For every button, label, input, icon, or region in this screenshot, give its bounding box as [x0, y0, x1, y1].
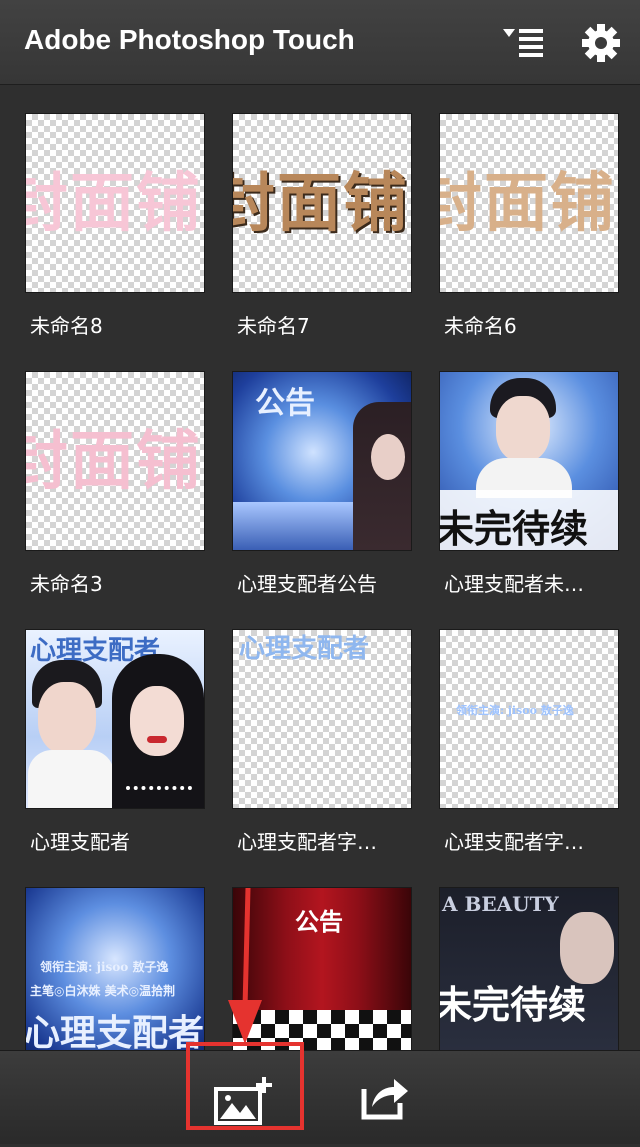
settings-button[interactable]	[576, 18, 626, 68]
project-thumbnail: 封面铺	[440, 114, 618, 292]
share-icon	[361, 1079, 408, 1120]
project-name: 未命名7	[237, 314, 310, 338]
bottom-toolbar	[0, 1050, 640, 1144]
project-thumbnail: 封面铺	[26, 372, 204, 550]
project-thumbnail: 心理支配者	[233, 630, 411, 808]
project-grid: 封面铺 未命名8 封面铺 未命名7 封面铺 未命名6 封面铺 未命名3 公告 心…	[0, 84, 640, 1050]
thumbnail-text: 未完待续	[440, 983, 587, 1027]
thumbnail-text: 封面铺	[440, 167, 616, 241]
annotation-highlight-box	[186, 1042, 304, 1130]
pearl-necklace	[126, 772, 192, 790]
thumbnail-text: 封面铺	[233, 167, 409, 241]
project-thumbnail: 领衔主演: jisoo 敖子逸	[440, 630, 618, 808]
portrait-shirt	[28, 750, 114, 808]
thumbnail-text: 公告	[255, 386, 315, 421]
project-name: 未命名8	[30, 314, 103, 338]
project-thumbnail: 心理支配者	[26, 630, 204, 808]
portrait-face	[496, 396, 550, 462]
project-thumbnail: 封面铺	[26, 114, 204, 292]
thumbnail-text: 封面铺	[26, 167, 202, 241]
thumbnail-text: 领衔主演: jisoo 敖子逸	[456, 704, 574, 717]
project-name: 心理支配者字…	[237, 830, 377, 854]
city-silhouette	[233, 502, 353, 550]
project-thumbnail: 领衔主演: jisoo 敖子逸 主笔◎白沐姝 美术◎温拾荆 心理支配者	[26, 888, 204, 1050]
project-thumbnail: A BEAUTY 未完待续	[440, 888, 618, 1050]
thumbnail-text: 心理支配者	[26, 1013, 204, 1050]
gear-icon	[582, 24, 620, 62]
portrait-lips	[147, 736, 167, 743]
project-thumbnail: 封面铺	[233, 114, 411, 292]
sort-list-icon	[503, 29, 543, 57]
thumbnail-subtext: A BEAUTY	[442, 892, 559, 916]
thumbnail-subtext-credits: 主笔◎白沐姝 美术◎温拾荆	[30, 984, 176, 998]
thumbnail-text: 未完待续	[440, 507, 589, 550]
project-name: 未命名3	[30, 572, 103, 596]
thumbnail-text: 封面铺	[26, 425, 202, 499]
project-name: 未命名6	[444, 314, 517, 338]
thumbnail-subtext: 领衔主演: jisoo 敖子逸	[40, 960, 169, 974]
project-thumbnail: 公告	[233, 372, 411, 550]
project-name: 心理支配者公告	[237, 572, 377, 596]
portrait-face	[38, 682, 96, 754]
portrait-face	[371, 434, 405, 480]
project-name: 心理支配者未…	[444, 572, 584, 596]
portrait-face	[130, 686, 184, 756]
top-app-bar: Adobe Photoshop Touch	[0, 0, 640, 85]
thumbnail-text: 公告	[295, 907, 343, 936]
share-button[interactable]	[350, 1061, 420, 1131]
sort-list-button[interactable]	[498, 18, 548, 68]
project-thumbnail: 未完待续	[440, 372, 618, 550]
project-name: 心理支配者字…	[444, 830, 584, 854]
thumbnail-text: 心理支配者	[239, 634, 370, 664]
app-title: Adobe Photoshop Touch	[24, 24, 355, 55]
annotation-arrow	[228, 888, 262, 1044]
project-name: 心理支配者	[30, 830, 130, 854]
